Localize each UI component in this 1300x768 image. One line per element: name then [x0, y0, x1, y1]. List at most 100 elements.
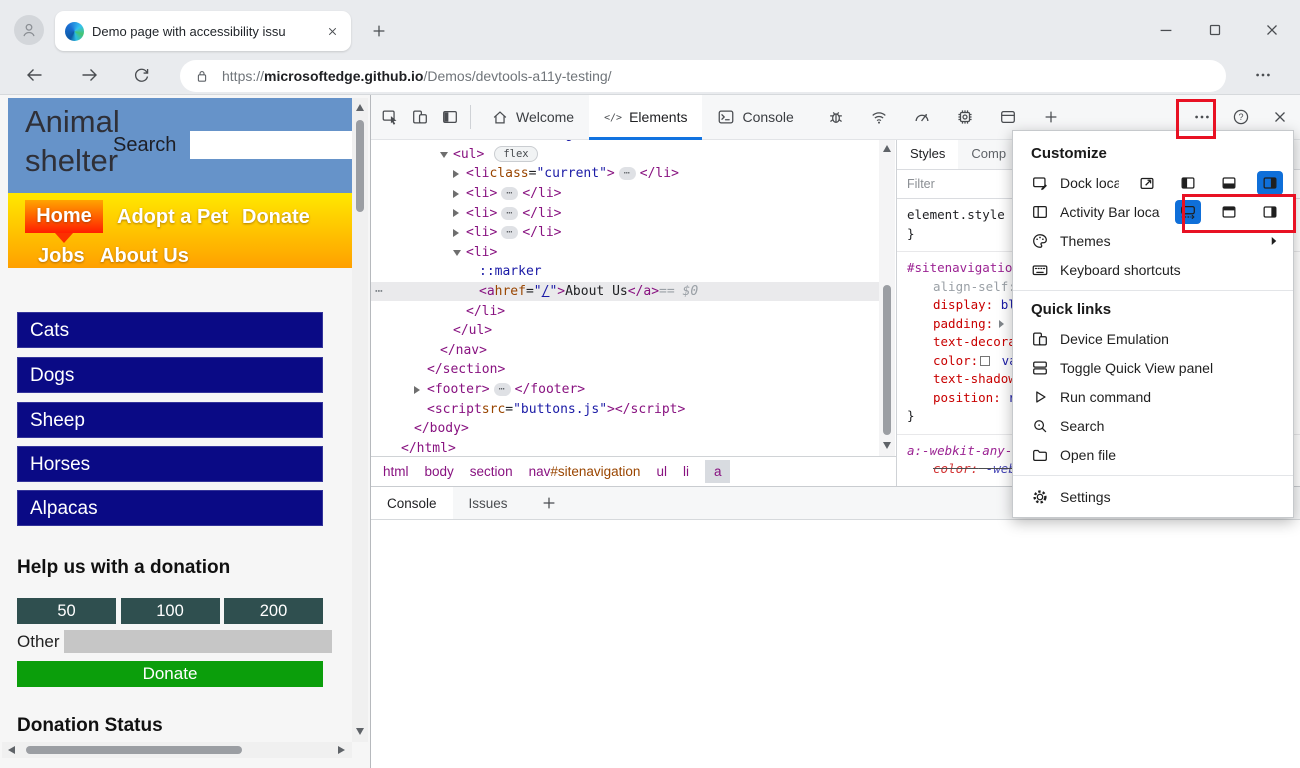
tree-node[interactable]: </section>	[371, 360, 879, 380]
donate-button[interactable]: Donate	[17, 661, 323, 687]
menu-item-dock-location[interactable]: Dock location	[1013, 168, 1293, 197]
drawer-tab-console[interactable]: Console	[371, 487, 453, 519]
scroll-down-arrow[interactable]	[356, 728, 364, 735]
quick-link-open-file[interactable]: Open file	[1013, 440, 1293, 469]
amount-button-200[interactable]: 200	[224, 598, 323, 624]
expand-arrow-icon[interactable]	[440, 152, 448, 159]
tree-node[interactable]: <script src = "buttons.js" ></script>	[371, 399, 879, 419]
tab-elements[interactable]: </> Elements	[589, 94, 703, 140]
tree-node[interactable]: <li class = "current" > ⋯ </li>	[371, 164, 879, 184]
browser-settings-button[interactable]	[1250, 62, 1276, 88]
tree-node[interactable]: <li> ⋯ </li>	[371, 223, 879, 243]
devtools-help-button[interactable]: ?	[1226, 102, 1256, 132]
tree-node[interactable]: </ul>	[371, 321, 879, 341]
network-button[interactable]	[864, 102, 894, 132]
activity-bar-button[interactable]	[435, 102, 465, 132]
quick-link-run-command[interactable]: Run command	[1013, 382, 1293, 411]
drawer-add-tab-button[interactable]	[524, 487, 574, 519]
dock-right-toggle[interactable]	[1257, 170, 1283, 195]
scroll-up-arrow[interactable]	[883, 145, 891, 152]
undock-toggle[interactable]	[1134, 171, 1160, 195]
tree-node[interactable]: </body>	[371, 419, 879, 439]
forward-button[interactable]	[76, 62, 102, 88]
window-maximize-button[interactable]	[1203, 18, 1227, 42]
styles-tab-styles[interactable]: Styles	[897, 140, 959, 169]
inspect-button[interactable]	[375, 102, 405, 132]
nav-item-about-us[interactable]: About Us	[100, 245, 189, 268]
flex-badge[interactable]: flex	[494, 146, 538, 163]
vertical-scroll-thumb[interactable]	[356, 120, 364, 212]
dock-bottom-toggle[interactable]	[1216, 171, 1242, 195]
breadcrumb-item-nav[interactable]: nav#sitenavigation	[529, 464, 641, 479]
animal-button-cats[interactable]: Cats	[17, 312, 323, 348]
nav-item-adopt-a-pet[interactable]: Adopt a Pet	[117, 206, 228, 229]
node-menu-icon[interactable]: ⋯	[375, 284, 384, 299]
collapsed-content-icon[interactable]: ⋯	[618, 167, 636, 181]
color-swatch[interactable]	[980, 355, 991, 366]
menu-item-settings[interactable]: Settings	[1013, 482, 1293, 511]
tree-node[interactable]: </nav>	[371, 341, 879, 361]
animal-button-sheep[interactable]: Sheep	[17, 402, 323, 438]
breadcrumb-item-li[interactable]: li	[683, 464, 689, 479]
breadcrumb-item-ul[interactable]: ul	[656, 464, 667, 479]
window-minimize-button[interactable]	[1154, 18, 1178, 42]
expand-arrow-icon[interactable]	[414, 385, 420, 394]
expand-arrow-icon[interactable]	[453, 228, 459, 237]
scroll-up-arrow[interactable]	[356, 104, 364, 111]
expand-arrow-icon[interactable]	[453, 189, 459, 198]
search-input[interactable]	[190, 131, 352, 159]
tree-node[interactable]: ::marker	[371, 262, 879, 282]
horizontal-scroll-thumb[interactable]	[26, 746, 242, 754]
animal-button-alpacas[interactable]: Alpacas	[17, 490, 323, 526]
nav-item-jobs[interactable]: Jobs	[38, 245, 85, 268]
quick-link-toggle-quick-view-panel[interactable]: Toggle Quick View panel	[1013, 353, 1293, 382]
collapsed-content-icon[interactable]: ⋯	[501, 187, 519, 201]
menu-item-keyboard-shortcuts[interactable]: Keyboard shortcuts	[1013, 255, 1293, 284]
other-amount-input[interactable]	[64, 630, 332, 653]
profile-avatar[interactable]	[14, 15, 44, 45]
device-toolbar-button[interactable]	[405, 102, 435, 132]
quick-link-device-emulation[interactable]: Device Emulation	[1013, 324, 1293, 353]
tree-node-selected[interactable]: ⋯ <a href = " / " > About Us </a> == $0	[371, 281, 879, 302]
scroll-left-arrow[interactable]	[8, 746, 15, 754]
tree-node[interactable]: <li>	[371, 243, 879, 263]
expand-arrow-icon[interactable]	[453, 169, 459, 178]
tree-node[interactable]: <li> ⋯ </li>	[371, 203, 879, 223]
dock-left-toggle[interactable]	[1175, 171, 1201, 195]
elements-scroll-thumb[interactable]	[883, 285, 891, 435]
memory-button[interactable]	[950, 102, 980, 132]
new-tab-button[interactable]	[368, 20, 390, 42]
performance-button[interactable]	[907, 102, 937, 132]
expand-value-icon[interactable]	[999, 319, 1005, 328]
refresh-button[interactable]	[128, 62, 154, 88]
scroll-right-arrow[interactable]	[338, 746, 345, 754]
breadcrumb-item-body[interactable]: body	[425, 464, 454, 479]
collapsed-content-icon[interactable]: ⋯	[501, 206, 519, 220]
tree-node[interactable]: </html>	[371, 439, 879, 457]
collapsed-content-icon[interactable]: ⋯	[493, 383, 511, 397]
quick-link-search[interactable]: Search	[1013, 411, 1293, 440]
animal-button-horses[interactable]: Horses	[17, 446, 323, 482]
tab-welcome[interactable]: Welcome	[476, 95, 589, 140]
issues-bug-button[interactable]	[821, 102, 851, 132]
breadcrumb-item-html[interactable]: html	[383, 464, 409, 479]
tree-node[interactable]: <ul> flex	[371, 145, 879, 165]
amount-button-100[interactable]: 100	[120, 598, 220, 624]
elements-scrollbar[interactable]	[879, 140, 895, 456]
breadcrumb-item-section[interactable]: section	[470, 464, 513, 479]
nav-item-home[interactable]: Home	[25, 200, 103, 233]
animal-button-dogs[interactable]: Dogs	[17, 357, 323, 393]
window-close-button[interactable]	[1260, 18, 1284, 42]
breadcrumb-item-a[interactable]: a	[704, 460, 731, 483]
tree-node[interactable]: <li> ⋯ </li>	[371, 184, 879, 204]
back-button[interactable]	[22, 62, 48, 88]
url-input[interactable]: https://microsoftedge.github.io/Demos/de…	[180, 60, 1226, 92]
layout-panel-button[interactable]	[993, 102, 1023, 132]
tab-console[interactable]: Console	[702, 95, 808, 140]
browser-tab[interactable]: Demo page with accessibility issu	[55, 11, 351, 51]
page-horizontal-scrollbar[interactable]	[2, 742, 352, 758]
collapsed-content-icon[interactable]: ⋯	[501, 226, 519, 240]
devtools-close-button[interactable]	[1265, 102, 1295, 132]
tree-node[interactable]: <footer> ⋯ </footer>	[371, 380, 879, 400]
tab-close-icon[interactable]	[323, 22, 341, 40]
